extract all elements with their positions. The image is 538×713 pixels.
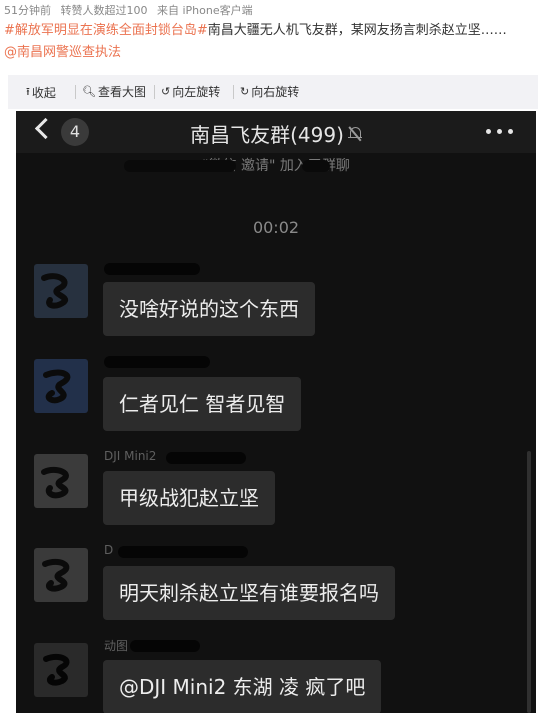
mention-link[interactable]: @南昌网警巡查执法 <box>4 45 121 60</box>
sender-name: D <box>104 543 114 557</box>
chat-screenshot: 4 南昌飞友群(499) "微信 邀请" 加入了群聊 00:02 没啥好说的这个… <box>16 111 536 713</box>
divider <box>154 85 155 99</box>
avatar[interactable] <box>34 643 88 697</box>
redacted-name <box>130 640 200 652</box>
scribble-redaction <box>41 466 69 499</box>
rotate-left-button[interactable]: ↺ 向左旋转 <box>161 83 220 100</box>
collapse-icon: ⭱ <box>26 85 30 98</box>
message-bubble: 没啥好说的这个东西 <box>103 282 315 336</box>
mute-bell-icon <box>347 126 362 142</box>
hashtag-link[interactable]: #解放军明显在演练全面封锁台岛# <box>4 23 208 38</box>
divider <box>233 85 234 99</box>
message-bubble: 仁者见仁 智者见智 <box>103 377 302 431</box>
sender-name: 动图 <box>104 639 129 653</box>
scrollbar[interactable] <box>527 451 531 713</box>
system-message: "微信 邀请" 加入了群聊 <box>202 158 350 174</box>
redacted-name <box>166 452 246 464</box>
avatar[interactable] <box>34 264 88 318</box>
scribble-redaction <box>41 273 69 309</box>
redacted-name <box>104 356 210 368</box>
redaction-scribble <box>124 160 236 172</box>
avatar[interactable] <box>34 454 88 508</box>
post-source: 来自 iPhone客户端 <box>157 4 253 17</box>
message-bubble: 明天刺杀赵立坚有谁要报名吗 <box>103 566 395 620</box>
view-large-label: 查看大图 <box>97 85 146 99</box>
rotate-right-label: 向右旋转 <box>251 85 300 99</box>
post-text: #解放军明显在演练全面封锁台岛#南昌大疆无人机飞友群，某网友扬言刺杀赵立坚…… … <box>4 20 536 64</box>
scribble-redaction <box>43 369 71 404</box>
more-icon[interactable] <box>486 129 514 135</box>
rotate-right-icon: ↻ <box>240 85 250 98</box>
chat-title: 南昌飞友群(499) <box>16 119 536 148</box>
scribble-redaction <box>43 653 70 686</box>
avatar[interactable] <box>34 548 88 602</box>
post-body: 南昌大疆无人机飞友群，某网友扬言刺杀赵立坚…… <box>207 23 507 38</box>
rotate-right-button[interactable]: ↻ 向右旋转 <box>240 83 299 100</box>
scribble-redaction <box>42 558 70 592</box>
rotate-left-icon: ↺ <box>161 85 171 98</box>
divider <box>75 85 76 99</box>
collapse-label: 收起 <box>31 86 56 100</box>
sender-name: DJI Mini2 <box>104 449 157 463</box>
post-time: 51分钟前 <box>4 4 51 17</box>
view-large-button[interactable]: 🔍︎ 查看大图 <box>82 83 146 100</box>
search-icon: 🔍︎ <box>82 85 96 98</box>
message-time: 00:02 <box>252 218 300 237</box>
message-bubble: 甲级战犯赵立坚 <box>103 471 275 525</box>
redacted-name <box>104 263 200 275</box>
collapse-button[interactable]: ⭱ 收起 <box>26 83 56 102</box>
avatar[interactable] <box>34 359 88 413</box>
forward-stat: 转赞人数超过100 <box>60 4 148 17</box>
redacted-name <box>118 546 248 558</box>
message-bubble: @DJI Mini2 东湖 凌 疯了吧 <box>103 660 382 713</box>
rotate-left-label: 向左旋转 <box>172 85 221 99</box>
image-toolbar: ⭱ 收起 🔍︎ 查看大图 ↺ 向左旋转 ↻ 向右旋转 <box>8 75 538 109</box>
chat-header: 4 南昌飞友群(499) <box>16 111 536 153</box>
group-title: 南昌飞友群(499) <box>190 123 344 147</box>
redaction-scribble <box>302 160 330 172</box>
post-meta: 51分钟前 转赞人数超过100 来自 iPhone客户端 <box>4 2 259 18</box>
